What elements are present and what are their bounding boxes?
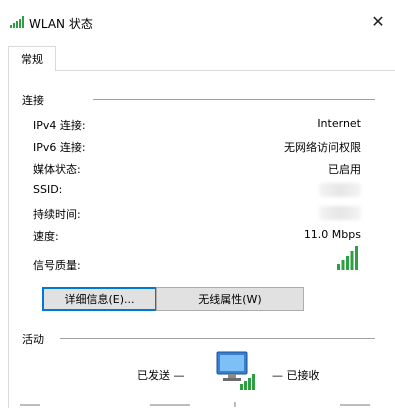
window-title: WLAN 状态 [29,17,93,31]
duration-label: 持续时间: [33,208,81,221]
media-state-value: 已启用 [328,163,361,176]
wireless-properties-button[interactable]: 无线属性(W) [156,287,304,311]
title-bar: WLAN 状态 ✕ [0,0,395,44]
ipv4-label: IPv4 连接: [33,119,86,132]
ipv6-value: 无网络访问权限 [284,141,361,154]
network-computer-icon [216,351,255,390]
connection-section-title: 连接 [22,94,44,107]
details-button[interactable]: 详细信息(E)... [42,287,157,311]
wifi-signal-icon [10,16,24,28]
speed-label: 速度: [33,230,59,243]
close-icon: ✕ [371,11,385,31]
media-state-label: 媒体状态: [33,163,81,176]
ipv4-value: Internet [317,117,361,130]
ssid-label: SSID: [33,183,63,196]
activity-separator [60,338,375,339]
close-button[interactable]: ✕ [361,6,395,36]
bytes-row-partial [20,402,380,408]
activity-section-title: 活动 [22,333,44,346]
speed-value: 11.0 Mbps [303,228,361,241]
signal-quality-label: 信号质量: [33,259,81,272]
duration-value-redacted [319,206,361,220]
tab-general[interactable]: 常规 [8,46,56,71]
tab-bar: 常规 [8,46,395,71]
received-label: — 已接收 [272,369,320,382]
ipv6-label: IPv6 连接: [33,141,86,154]
sent-label: 已发送 — [137,369,185,382]
ssid-value-redacted [319,183,361,197]
connection-separator [93,99,375,100]
signal-strength-icon [337,246,358,270]
